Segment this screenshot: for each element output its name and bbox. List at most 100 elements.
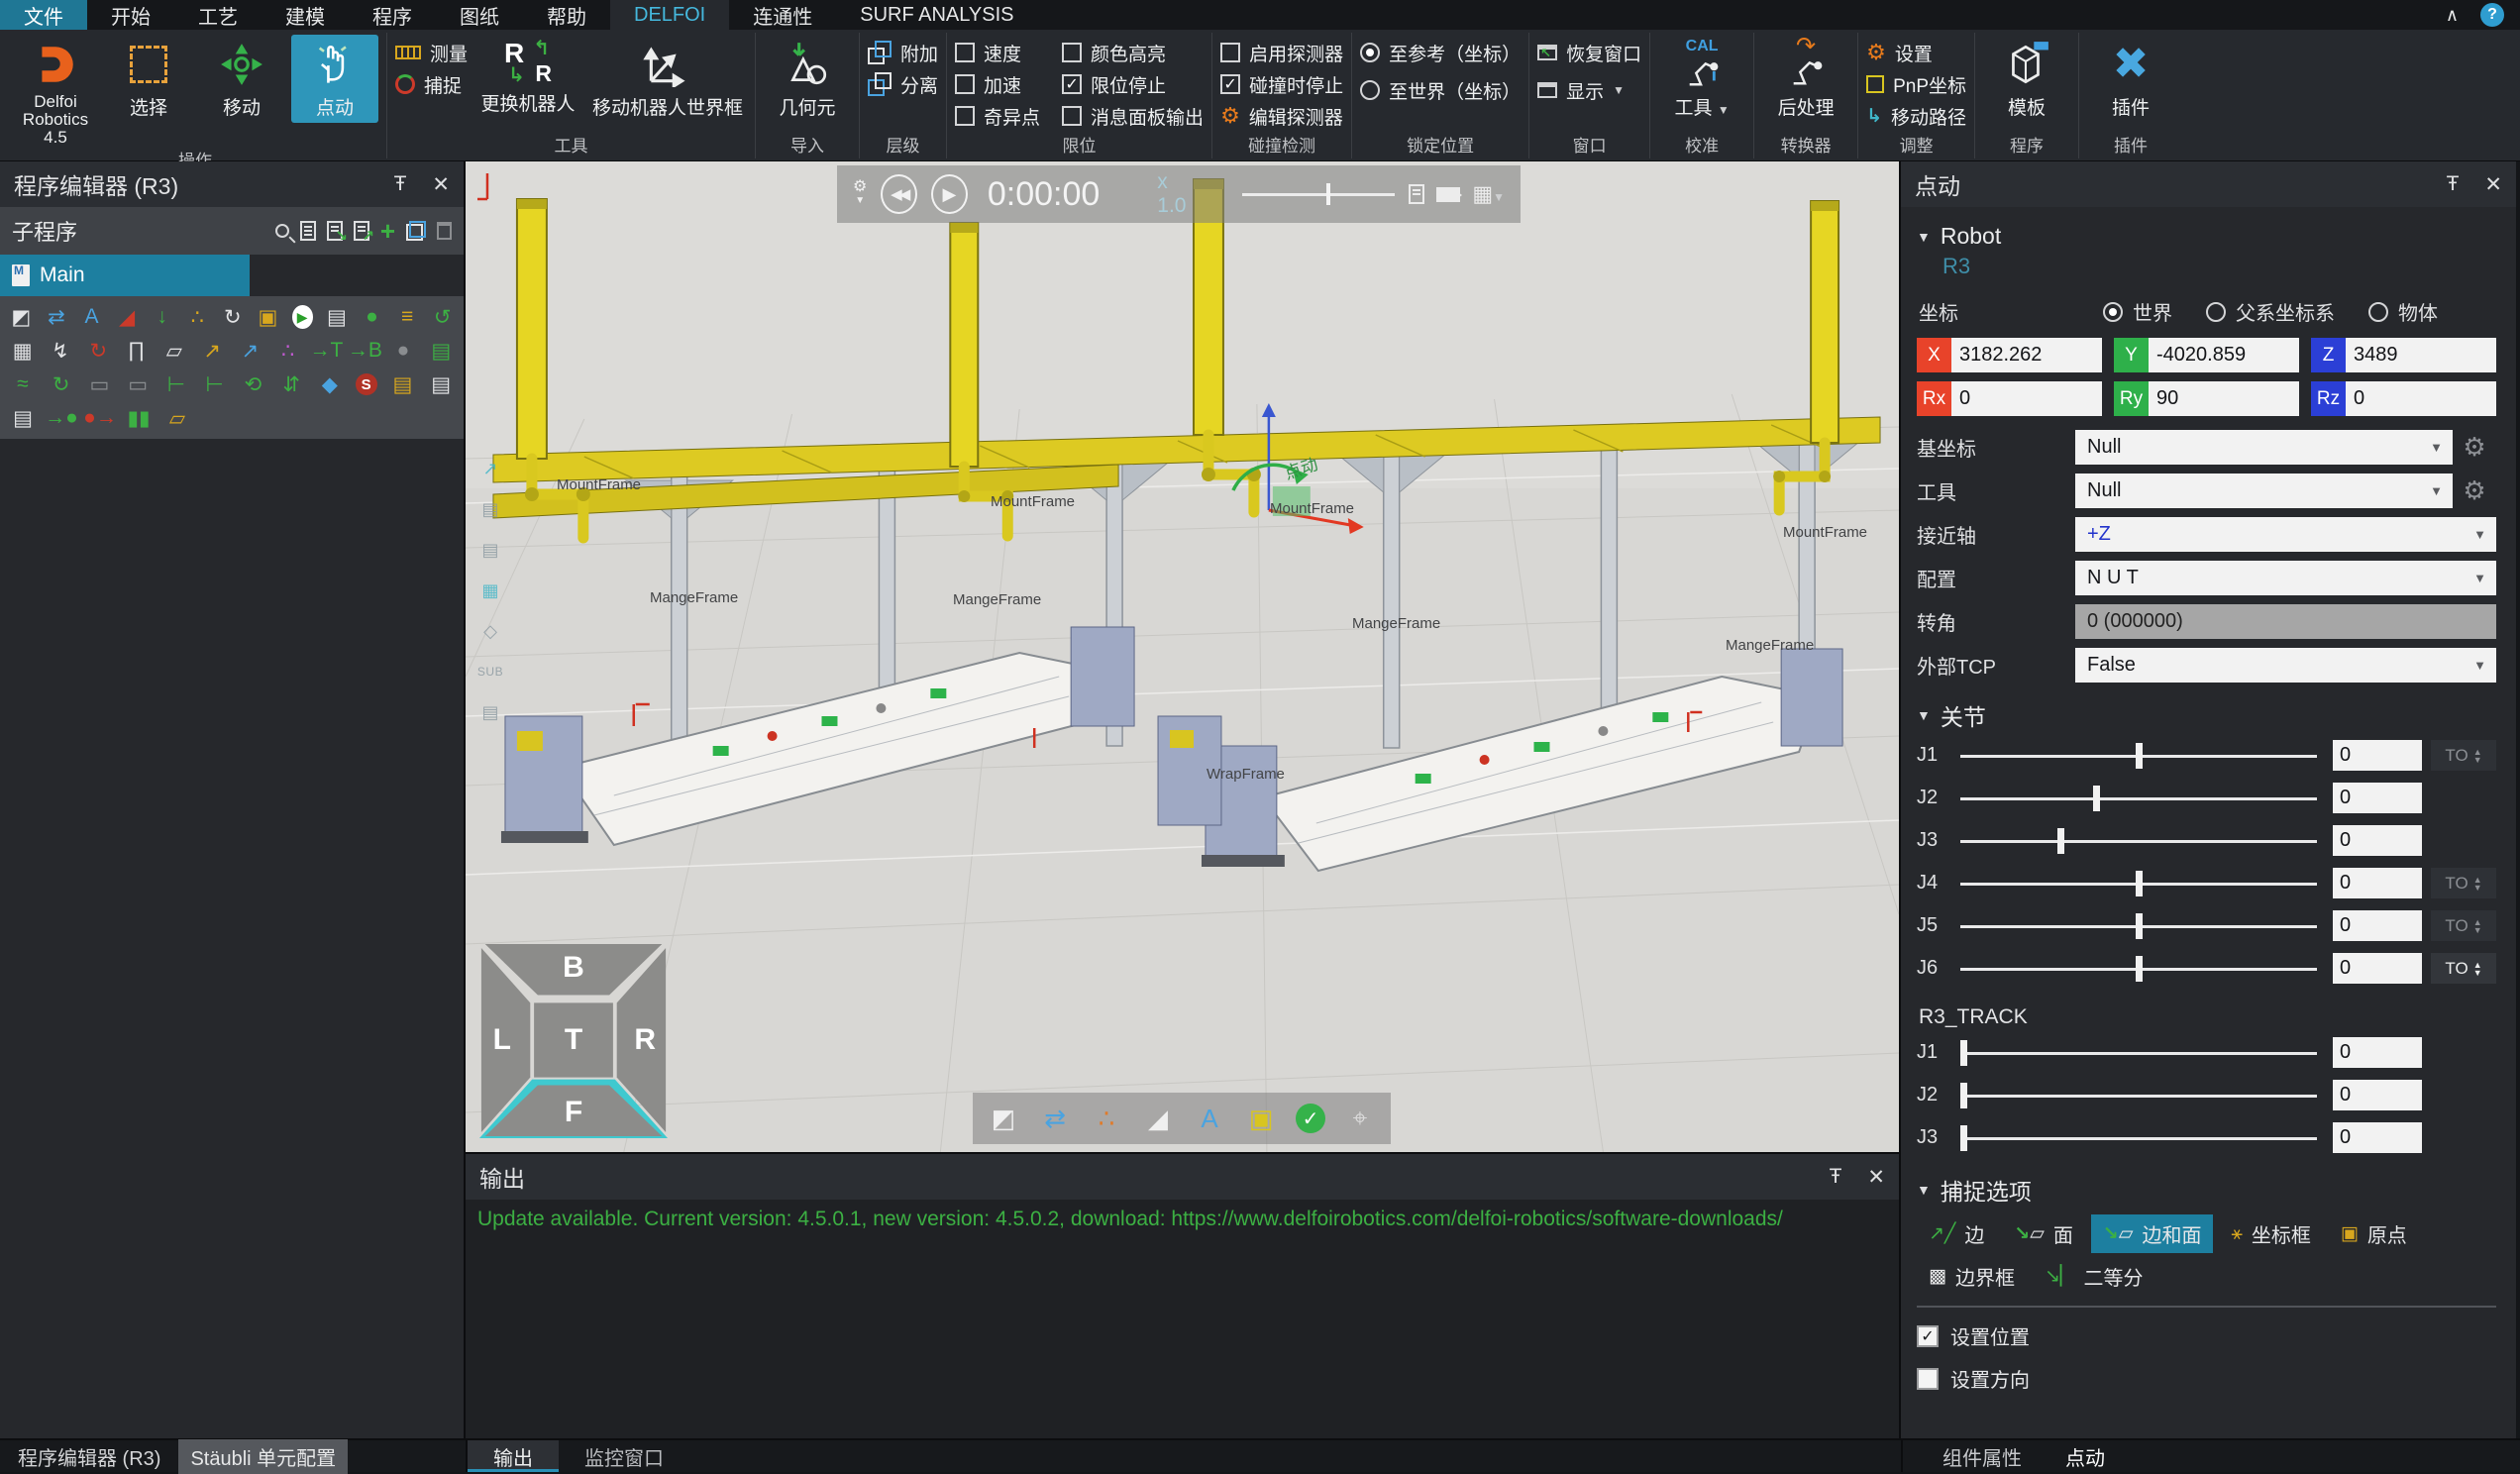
sub-doc-icon[interactable]: ▤: [429, 338, 454, 364]
equals-icon[interactable]: ≈: [10, 371, 36, 397]
measure-button[interactable]: 测量: [395, 39, 468, 66]
j3-slider[interactable]: [1960, 819, 2317, 862]
signal-in-icon[interactable]: →●: [49, 405, 74, 431]
export-program-icon[interactable]: ↗: [354, 221, 369, 241]
pin-icon[interactable]: Ŧ: [1830, 1165, 1842, 1190]
j4-slider[interactable]: [1960, 862, 2317, 904]
output-message[interactable]: Update available. Current version: 4.5.0…: [466, 1200, 1899, 1239]
snap-edge-and-face[interactable]: ↘▱边和面: [2091, 1214, 2214, 1253]
pnp-frame-button[interactable]: PnP坐标: [1866, 70, 1966, 98]
folder-icon[interactable]: ▱: [161, 338, 186, 364]
wait-icon[interactable]: ◆: [317, 371, 343, 397]
j1-value[interactable]: 0: [2333, 740, 2422, 771]
tab-output[interactable]: 输出: [468, 1440, 559, 1472]
to-b-icon[interactable]: →B: [352, 338, 377, 364]
tree-item-main[interactable]: Main: [0, 255, 250, 296]
select-statement-icon[interactable]: ◩: [10, 304, 33, 330]
j2-value[interactable]: 0: [2333, 783, 2422, 813]
joints-section-header[interactable]: ▼关节: [1917, 698, 2496, 732]
stop-icon[interactable]: S: [356, 373, 377, 395]
pin-icon[interactable]: Ŧ: [2447, 172, 2460, 197]
coord-world-radio[interactable]: 世界: [2103, 297, 2172, 326]
j5-to-spinner[interactable]: TO▲▼: [2431, 910, 2496, 941]
snap-bounding-box[interactable]: ▩边界框: [1917, 1257, 2027, 1296]
speed-slider[interactable]: [1242, 182, 1396, 206]
limit-stop-checkbox[interactable]: ✓限位停止: [1062, 70, 1204, 98]
menu-tab-program[interactable]: 程序: [349, 0, 436, 30]
cycle-icon[interactable]: ↺: [431, 304, 454, 330]
base-gear-icon[interactable]: ⚙: [2453, 432, 2496, 463]
close-icon[interactable]: ✕: [432, 172, 450, 197]
set-position-checkbox[interactable]: ✓ 设置位置: [1917, 1321, 2496, 1350]
j5-value[interactable]: 0: [2333, 910, 2422, 941]
tab-component-properties[interactable]: 组件属性: [1942, 1442, 2022, 1471]
chart-icon[interactable]: ▮▮: [126, 405, 152, 431]
track-j3-value[interactable]: 0: [2333, 1122, 2422, 1153]
import-program-icon[interactable]: ↘: [327, 221, 343, 241]
postprocess-button[interactable]: ↷ 后处理: [1762, 35, 1849, 123]
accel-checkbox[interactable]: 加速: [955, 70, 1040, 98]
tcp-dropdown[interactable]: False▼: [2075, 648, 2496, 683]
track-j2-value[interactable]: 0: [2333, 1080, 2422, 1110]
page-icon[interactable]: ▤: [477, 538, 503, 562]
select-mode-icon[interactable]: ◩: [987, 1102, 1020, 1135]
path-arrow-blue-icon[interactable]: ↗: [238, 338, 262, 364]
j1-to-spinner[interactable]: TO▲▼: [2431, 740, 2496, 771]
search-icon[interactable]: [275, 224, 289, 238]
scene-3d[interactable]: [466, 161, 1899, 1152]
j4-to-spinner[interactable]: TO▲▼: [2431, 868, 2496, 898]
insert-down-icon[interactable]: ↓: [151, 304, 173, 330]
collision-stop-checkbox[interactable]: ✓碰撞时停止: [1220, 70, 1343, 98]
speed-checkbox[interactable]: 速度: [955, 39, 1040, 66]
ramp-mode-icon[interactable]: ◢: [1141, 1102, 1175, 1135]
transform-mode-icon[interactable]: ▣: [1244, 1102, 1278, 1135]
film-icon[interactable]: ▦▼: [1472, 181, 1505, 207]
j5-slider[interactable]: [1960, 904, 2317, 947]
menu-tab-modeling[interactable]: 建模: [262, 0, 349, 30]
server-icon[interactable]: ▤: [326, 304, 349, 330]
swap-robot-button[interactable]: R↰↳R 更换机器人: [473, 35, 582, 119]
set-orientation-checkbox[interactable]: 设置方向: [1917, 1364, 2496, 1393]
path-arrow-icon[interactable]: ↗: [199, 338, 224, 364]
print-icon[interactable]: ▤: [10, 405, 36, 431]
menu-tab-drawing[interactable]: 图纸: [436, 0, 523, 30]
j2-slider[interactable]: [1960, 777, 2317, 819]
zigzag-icon[interactable]: ↯: [48, 338, 72, 364]
path-mode-icon[interactable]: ∴: [1090, 1102, 1123, 1135]
x-field[interactable]: X3182.262: [1917, 338, 2102, 372]
track-j3-slider[interactable]: [1960, 1116, 2317, 1159]
template-button[interactable]: 模板: [1983, 35, 2070, 123]
restore-window-button[interactable]: ↖恢复窗口: [1537, 39, 1641, 66]
return-icon[interactable]: ⟲: [241, 371, 266, 397]
tab-staubli-config[interactable]: Stäubli 单元配置: [178, 1439, 348, 1474]
track-j1-slider[interactable]: [1960, 1031, 2317, 1074]
snap-button[interactable]: 捕捉: [395, 70, 468, 98]
refresh-icon[interactable]: ⇵: [278, 371, 304, 397]
snap-options-header[interactable]: ▼捕捉选项: [1917, 1173, 2496, 1207]
text-mode-icon[interactable]: A: [1193, 1102, 1226, 1135]
menu-tab-delfoi[interactable]: DELFOI: [610, 0, 729, 30]
record-icon[interactable]: ●: [361, 304, 383, 330]
snap-frame[interactable]: ⚹坐标框: [2219, 1214, 2322, 1253]
rx-field[interactable]: Rx0: [1917, 381, 2102, 416]
layers-icon[interactable]: ▤: [477, 497, 503, 521]
track-j2-slider[interactable]: [1960, 1074, 2317, 1116]
rotate-red-icon[interactable]: ↻: [86, 338, 111, 364]
settings-button[interactable]: ⚙设置: [1866, 39, 1966, 66]
clipboard-icon[interactable]: ▤: [390, 371, 416, 397]
message-panel-checkbox[interactable]: 消息面板输出: [1062, 102, 1204, 130]
playback-speed[interactable]: x 1.0: [1157, 170, 1198, 218]
coord-object-radio[interactable]: 物体: [2368, 297, 2438, 326]
tab-monitor-window[interactable]: 监控窗口: [559, 1440, 689, 1472]
rewind-button[interactable]: ◀◀: [881, 174, 917, 214]
edit-detector-button[interactable]: ⚙编辑探测器: [1220, 102, 1343, 130]
snap-bisect[interactable]: ↘▏二等分: [2033, 1257, 2155, 1296]
delete-icon[interactable]: [437, 222, 452, 240]
menu-tab-start[interactable]: 开始: [87, 0, 174, 30]
menu-tab-process[interactable]: 工艺: [174, 0, 262, 30]
rz-field[interactable]: Rz0: [2311, 381, 2496, 416]
to-world-radio[interactable]: 至世界（坐标）: [1360, 76, 1521, 104]
export-pdf-icon[interactable]: [1409, 184, 1424, 204]
swap-mode-icon[interactable]: ⇄: [1038, 1102, 1072, 1135]
snap-origin[interactable]: ▣原点: [2329, 1214, 2419, 1253]
